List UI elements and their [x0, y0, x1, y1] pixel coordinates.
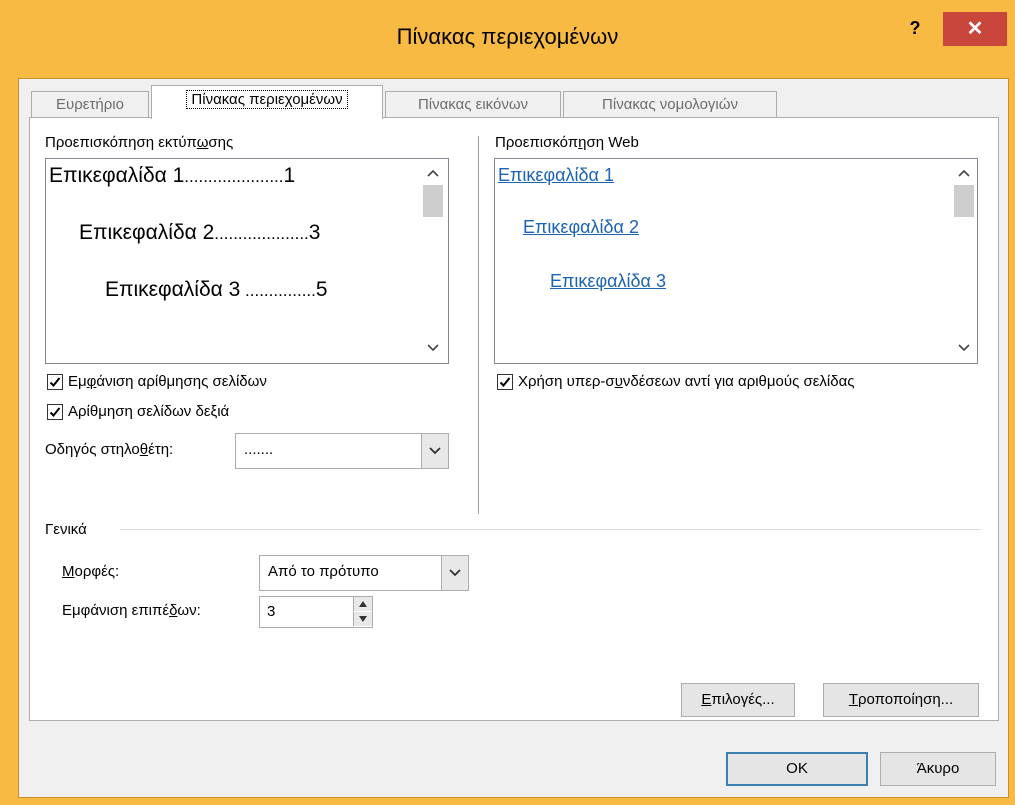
spin-up-icon[interactable]: [353, 597, 372, 611]
close-icon: ✕: [966, 18, 984, 40]
show-page-numbers-checkbox[interactable]: [47, 374, 63, 390]
web-preview-link-3[interactable]: Επικεφαλίδα 3: [550, 271, 666, 292]
web-scroll-down-icon[interactable]: [953, 337, 975, 357]
modify-button[interactable]: Τροποποίηση...: [823, 683, 979, 717]
web-preview-box[interactable]: Επικεφαλίδα 1 Επικεφαλίδα 2 Επικεφαλίδα …: [494, 158, 978, 364]
tab-index[interactable]: Ευρετήριο: [31, 91, 149, 118]
title-bar: Πίνακας περιεχομένων ? ✕: [0, 0, 1015, 78]
chevron-down-icon[interactable]: [421, 434, 448, 468]
show-levels-stepper[interactable]: 3: [259, 596, 373, 628]
tab-panel: Προεπισκόπηση εκτύπωσης Επικεφαλίδα 1...…: [29, 117, 999, 721]
general-section-label: Γενικά: [45, 521, 87, 538]
dialog-client-area: Ευρετήριο Πίνακας περιεχομένων Πίνακας ε…: [18, 78, 1009, 798]
window-title: Πίνακας περιεχομένων: [396, 24, 619, 49]
show-page-numbers-label[interactable]: Εμφάνιση αρίθμησης σελίδων: [68, 373, 267, 390]
spin-down-icon[interactable]: [353, 612, 372, 626]
tab-leader-dropdown[interactable]: .......: [235, 433, 449, 469]
close-button[interactable]: ✕: [943, 12, 1007, 46]
print-preview-line-2: Επικεφαλίδα 2....................3: [79, 221, 321, 244]
checkmark-icon: [49, 377, 61, 387]
print-scroll-down-icon[interactable]: [422, 337, 444, 357]
chevron-down-icon[interactable]: [441, 556, 468, 590]
tab-table-of-figures[interactable]: Πίνακας εικόνων: [385, 91, 561, 118]
web-preview-label: Προεπισκόπηση Web: [495, 134, 639, 151]
web-preview-link-2[interactable]: Επικεφαλίδα 2: [523, 217, 639, 238]
tab-table-of-contents[interactable]: Πίνακας περιεχομένων: [151, 85, 383, 119]
tab-leader-label: Οδηγός στηλοθέτη:: [45, 441, 174, 458]
right-align-page-numbers-label[interactable]: Αρίθμηση σελίδων δεξιά: [68, 403, 229, 420]
print-preview-box[interactable]: Επικεφαλίδα 1.....................1 Επικ…: [45, 158, 449, 364]
print-preview-line-3: Επικεφαλίδα 3 ...............5: [105, 278, 328, 301]
cancel-button[interactable]: Άκυρο: [880, 752, 996, 786]
tab-table-of-authorities[interactable]: Πίνακας νομολογιών: [563, 91, 777, 118]
general-divider: [120, 529, 982, 530]
formats-label: Μορφές:: [62, 563, 120, 580]
show-levels-label: Εμφάνιση επιπέδων:: [62, 602, 201, 619]
print-scroll-thumb[interactable]: [423, 185, 443, 217]
help-button[interactable]: ?: [905, 18, 925, 40]
print-preview-line-1: Επικεφαλίδα 1.....................1: [49, 164, 296, 187]
web-scroll-up-icon[interactable]: [953, 162, 975, 182]
checkmark-icon: [499, 377, 511, 387]
column-divider: [478, 136, 479, 514]
formats-dropdown[interactable]: Από το πρότυπο: [259, 555, 469, 591]
use-hyperlinks-checkbox[interactable]: [497, 374, 513, 390]
checkmark-icon: [49, 407, 61, 417]
web-preview-link-1[interactable]: Επικεφαλίδα 1: [498, 165, 614, 186]
print-preview-label: Προεπισκόπηση εκτύπωσης: [45, 134, 234, 151]
use-hyperlinks-label[interactable]: Χρήση υπερ-συνδέσεων αντί για αριθμούς σ…: [518, 373, 855, 390]
right-align-page-numbers-checkbox[interactable]: [47, 404, 63, 420]
web-scroll-thumb[interactable]: [954, 185, 974, 217]
print-scroll-up-icon[interactable]: [422, 162, 444, 182]
ok-button[interactable]: OK: [726, 752, 868, 786]
options-button[interactable]: Επιλογές...: [681, 683, 795, 717]
